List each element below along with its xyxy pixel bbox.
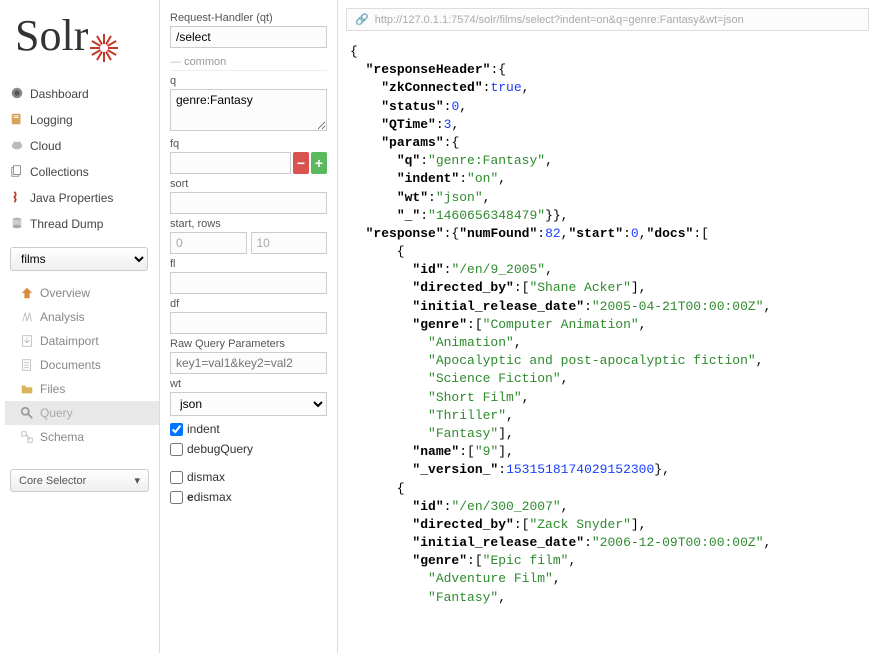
threaddump-icon [10, 216, 24, 230]
subnav-query[interactable]: Query [5, 401, 159, 425]
nav-collections[interactable]: Collections [0, 159, 159, 185]
logo: Solr [0, 0, 159, 81]
qt-input[interactable] [170, 26, 327, 48]
collections-icon [10, 164, 24, 178]
cloud-icon [10, 138, 24, 152]
fq-input[interactable] [170, 152, 291, 174]
wt-label: wt [170, 378, 327, 390]
common-section: common [170, 56, 327, 71]
core-dropdown[interactable]: films [10, 247, 148, 271]
startrows-label: start, rows [170, 218, 327, 230]
query-icon [20, 406, 34, 420]
subnav-files[interactable]: Files [5, 377, 159, 401]
analysis-icon [20, 310, 34, 324]
subnav-analysis[interactable]: Analysis [5, 305, 159, 329]
fq-remove-button[interactable]: − [293, 152, 309, 174]
wt-select[interactable]: json [170, 392, 327, 416]
main-nav: Dashboard Logging Cloud Collections Java… [0, 81, 159, 237]
raw-label: Raw Query Parameters [170, 338, 327, 350]
subnav-documents[interactable]: Documents [5, 353, 159, 377]
q-label: q [170, 75, 327, 87]
edismax-label: edismax [187, 490, 232, 504]
logo-sun-icon [90, 22, 118, 50]
nav-threaddump[interactable]: Thread Dump [0, 211, 159, 237]
fl-input[interactable] [170, 272, 327, 294]
result-panel: 🔗 http://127.0.1.1:7574/solr/films/selec… [338, 0, 877, 653]
query-form: Request-Handler (qt) common q genre:Fant… [160, 0, 338, 653]
start-input[interactable] [170, 232, 247, 254]
overview-icon [20, 286, 34, 300]
link-icon: 🔗 [355, 13, 369, 26]
df-input[interactable] [170, 312, 327, 334]
nav-dashboard[interactable]: Dashboard [0, 81, 159, 107]
core-selector-dropdown[interactable]: Core Selector ▾ [10, 469, 149, 492]
indent-checkbox[interactable] [170, 423, 183, 436]
documents-icon [20, 358, 34, 372]
subnav-overview[interactable]: Overview [5, 281, 159, 305]
dashboard-icon [10, 86, 24, 100]
subnav-dataimport[interactable]: Dataimport [5, 329, 159, 353]
raw-input[interactable] [170, 352, 327, 374]
sort-label: sort [170, 178, 327, 190]
nav-javaprops[interactable]: Java Properties [0, 185, 159, 211]
subnav-schema[interactable]: Schema [5, 425, 159, 449]
rows-input[interactable] [251, 232, 328, 254]
debug-label: debugQuery [187, 442, 253, 456]
files-icon [20, 382, 34, 396]
fq-label: fq [170, 138, 327, 150]
edismax-checkbox[interactable] [170, 491, 183, 504]
json-output: { "responseHeader":{ "zkConnected":true,… [338, 39, 877, 611]
dismax-label: dismax [187, 470, 225, 484]
fl-label: fl [170, 258, 327, 270]
logging-icon [10, 112, 24, 126]
dataimport-icon [20, 334, 34, 348]
sidebar: Solr Dashboard Logging Cloud Collections… [0, 0, 160, 653]
q-input[interactable]: genre:Fantasy [170, 89, 327, 131]
result-url: http://127.0.1.1:7574/solr/films/select?… [375, 14, 744, 26]
nav-cloud[interactable]: Cloud [0, 133, 159, 159]
fq-add-button[interactable]: + [311, 152, 327, 174]
result-url-bar[interactable]: 🔗 http://127.0.1.1:7574/solr/films/selec… [346, 8, 869, 31]
qt-label: Request-Handler (qt) [170, 12, 327, 24]
df-label: df [170, 298, 327, 310]
schema-icon [20, 430, 34, 444]
core-subnav: Overview Analysis Dataimport Documents F… [0, 281, 159, 449]
sort-input[interactable] [170, 192, 327, 214]
javaprops-icon [10, 190, 24, 204]
logo-text: Solr [15, 10, 88, 61]
debug-checkbox[interactable] [170, 443, 183, 456]
nav-logging[interactable]: Logging [0, 107, 159, 133]
dismax-checkbox[interactable] [170, 471, 183, 484]
indent-label: indent [187, 422, 220, 436]
chevron-down-icon: ▾ [134, 474, 140, 487]
